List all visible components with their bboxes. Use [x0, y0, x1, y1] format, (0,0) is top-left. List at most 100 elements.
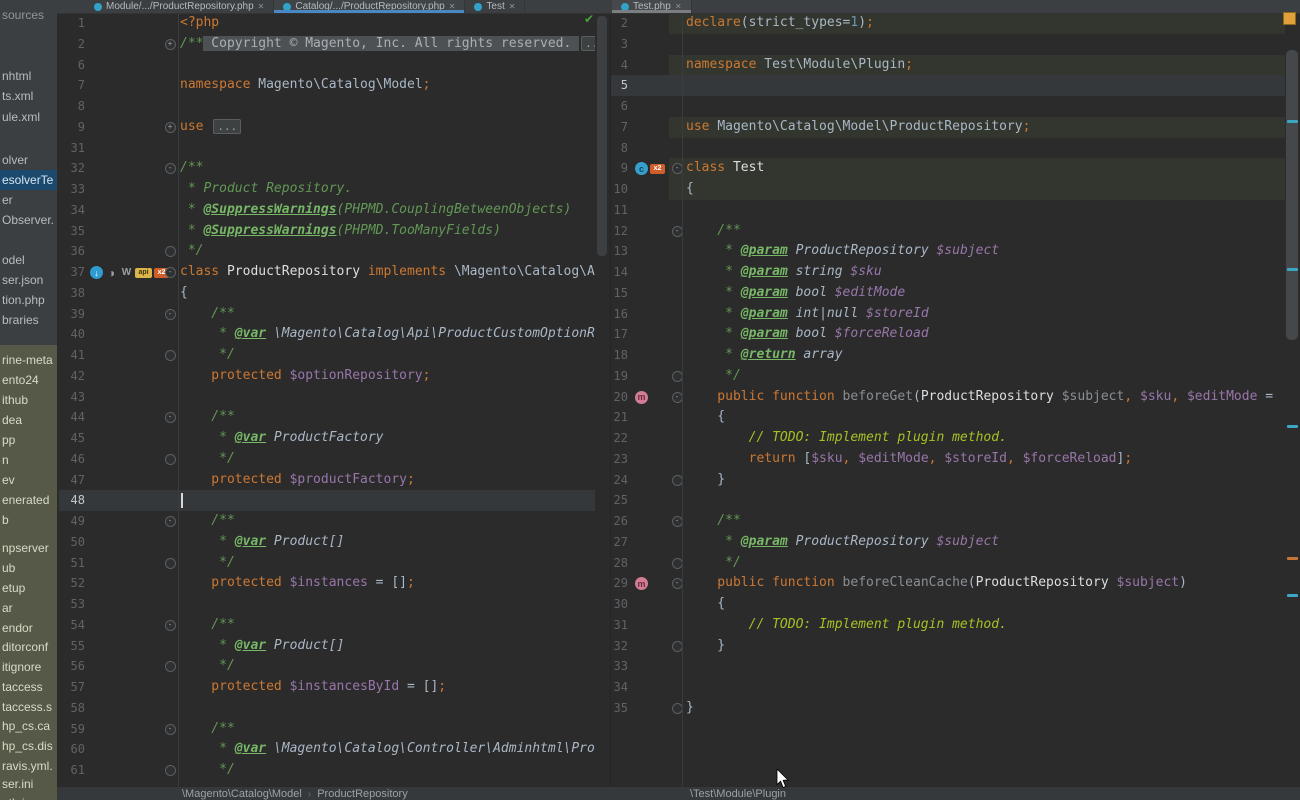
line-number[interactable]: 6 — [57, 55, 85, 76]
code-line[interactable]: 1<?php — [57, 13, 595, 34]
error-stripe-mark[interactable] — [1287, 557, 1298, 560]
code-line[interactable]: 6 — [611, 96, 1285, 117]
line-number[interactable]: 57 — [57, 677, 85, 698]
line-number[interactable]: 13 — [611, 241, 628, 262]
line-number[interactable]: 43 — [57, 387, 85, 408]
left-editor-scrollbar[interactable] — [597, 16, 607, 256]
editor-tab[interactable]: Catalog/.../ProductRepository.php✕ — [274, 0, 465, 13]
code-line[interactable]: 17 * @param bool $forceReload — [611, 324, 1285, 345]
sidebar-item[interactable]: odel — [0, 250, 57, 270]
line-number[interactable]: 5 — [611, 75, 628, 96]
line-number[interactable]: 28 — [611, 553, 628, 574]
sidebar-item[interactable]: itignore — [0, 657, 57, 677]
line-number[interactable]: 33 — [611, 656, 628, 677]
line-number[interactable]: 49 — [57, 511, 85, 532]
code-line[interactable]: 39- /** — [57, 304, 595, 325]
line-number[interactable]: 14 — [611, 262, 628, 283]
line-number[interactable]: 15 — [611, 283, 628, 304]
line-number[interactable]: 48 — [57, 490, 85, 511]
sidebar-item[interactable]: esolverTe — [0, 170, 57, 190]
line-number[interactable]: 56 — [57, 656, 85, 677]
line-number[interactable]: 19 — [611, 366, 628, 387]
code-line[interactable]: 42 protected $optionRepository; — [57, 366, 595, 387]
sidebar-item[interactable]: er — [0, 190, 57, 210]
right-editor-scrollbar[interactable] — [1286, 50, 1298, 340]
fold-marker-icon[interactable] — [163, 241, 177, 262]
line-number[interactable]: 51 — [57, 553, 85, 574]
line-number[interactable]: 25 — [611, 490, 628, 511]
sidebar-item[interactable]: olver — [0, 150, 57, 170]
code-line[interactable]: 31 — [57, 138, 595, 159]
line-number[interactable]: 26 — [611, 511, 628, 532]
code-line[interactable]: 51 */ — [57, 553, 595, 574]
code-line[interactable]: 9+use ... — [57, 117, 595, 138]
code-line[interactable]: 16 * @param int|null $storeId — [611, 304, 1285, 325]
line-number[interactable]: 54 — [57, 615, 85, 636]
code-line[interactable]: 43 — [57, 387, 595, 408]
code-line[interactable]: 34 * @SuppressWarnings(PHPMD.CouplingBet… — [57, 200, 595, 221]
method-icon[interactable]: m — [635, 577, 648, 590]
sidebar-item[interactable]: ule.xml — [0, 107, 57, 127]
code-line[interactable]: 29m- public function beforeCleanCache(Pr… — [611, 573, 1285, 594]
line-number[interactable]: 58 — [57, 698, 85, 719]
line-number[interactable]: 46 — [57, 449, 85, 470]
code-line[interactable]: 10{ — [611, 179, 1285, 200]
sidebar-item[interactable]: ser.json — [0, 270, 57, 290]
code-line[interactable]: 27 * @param ProductRepository $subject — [611, 532, 1285, 553]
sidebar-item[interactable]: n — [0, 450, 57, 470]
line-number[interactable]: 20 — [611, 387, 628, 408]
line-number[interactable]: 53 — [57, 594, 85, 615]
line-number[interactable]: 10 — [611, 179, 628, 200]
code-line[interactable]: 18 * @return array — [611, 345, 1285, 366]
code-line[interactable]: 32-/** — [57, 158, 595, 179]
fold-marker-icon[interactable] — [163, 345, 177, 366]
fold-marker-icon[interactable]: - — [163, 262, 177, 283]
sidebar-item[interactable]: b — [0, 510, 57, 530]
code-line[interactable]: 7use Magento\Catalog\Model\ProductReposi… — [611, 117, 1285, 138]
line-number[interactable]: 61 — [57, 760, 85, 781]
line-number[interactable]: 52 — [57, 573, 85, 594]
code-line[interactable]: 19 */ — [611, 366, 1285, 387]
fold-marker-icon[interactable]: - — [163, 158, 177, 179]
line-number[interactable]: 35 — [611, 698, 628, 719]
crescent-icon[interactable]: ◑ — [105, 266, 118, 279]
line-number[interactable]: 60 — [57, 739, 85, 760]
code-line[interactable]: 50 * @var Product[] — [57, 532, 595, 553]
w-letter-icon[interactable]: W — [120, 266, 133, 279]
line-number[interactable]: 12 — [611, 221, 628, 242]
sidebar-item[interactable]: ser.ini — [0, 774, 57, 794]
line-number[interactable]: 35 — [57, 221, 85, 242]
code-line[interactable]: 22 // TODO: Implement plugin method. — [611, 428, 1285, 449]
code-line[interactable]: 28 */ — [611, 553, 1285, 574]
line-number[interactable]: 6 — [611, 96, 628, 117]
sidebar-item[interactable]: tion.php — [0, 290, 57, 310]
code-line[interactable]: 52 protected $instances = []; — [57, 573, 595, 594]
line-number[interactable]: 8 — [611, 138, 628, 159]
line-number[interactable]: 50 — [57, 532, 85, 553]
sidebar-item[interactable]: hp_cs.ca — [0, 716, 57, 736]
line-number[interactable]: 4 — [611, 55, 628, 76]
editor-pane-right[interactable]: 2declare(strict_types=1);34namespace Tes… — [610, 0, 1285, 786]
line-number[interactable]: 11 — [611, 200, 628, 221]
code-line[interactable]: 9cx2-class Test — [611, 158, 1285, 179]
line-number[interactable]: 39 — [57, 304, 85, 325]
line-number[interactable]: 29 — [611, 573, 628, 594]
code-line[interactable]: 35} — [611, 698, 1285, 719]
inspections-warning-icon[interactable] — [1283, 12, 1296, 25]
line-number[interactable]: 23 — [611, 449, 628, 470]
code-line[interactable]: 12- /** — [611, 221, 1285, 242]
line-number[interactable]: 37 — [57, 262, 85, 283]
fold-marker-icon[interactable]: - — [163, 511, 177, 532]
code-line[interactable]: 48 — [57, 490, 595, 511]
fold-marker-icon[interactable]: - — [163, 615, 177, 636]
error-stripe-mark[interactable] — [1287, 120, 1298, 123]
sidebar-item[interactable]: endor — [0, 618, 57, 638]
code-line[interactable]: 36 */ — [57, 241, 595, 262]
code-line[interactable]: 2+/** Copyright © Magento, Inc. All righ… — [57, 34, 595, 55]
sidebar-item[interactable]: rine-meta — [0, 350, 57, 370]
sidebar-item[interactable]: taccess.s — [0, 697, 57, 717]
sidebar-item[interactable]: ithub — [0, 390, 57, 410]
fold-marker-icon[interactable] — [163, 760, 177, 781]
inspections-ok-icon[interactable]: ✔ — [584, 12, 594, 26]
code-line[interactable]: 35 * @SuppressWarnings(PHPMD.TooManyFiel… — [57, 221, 595, 242]
